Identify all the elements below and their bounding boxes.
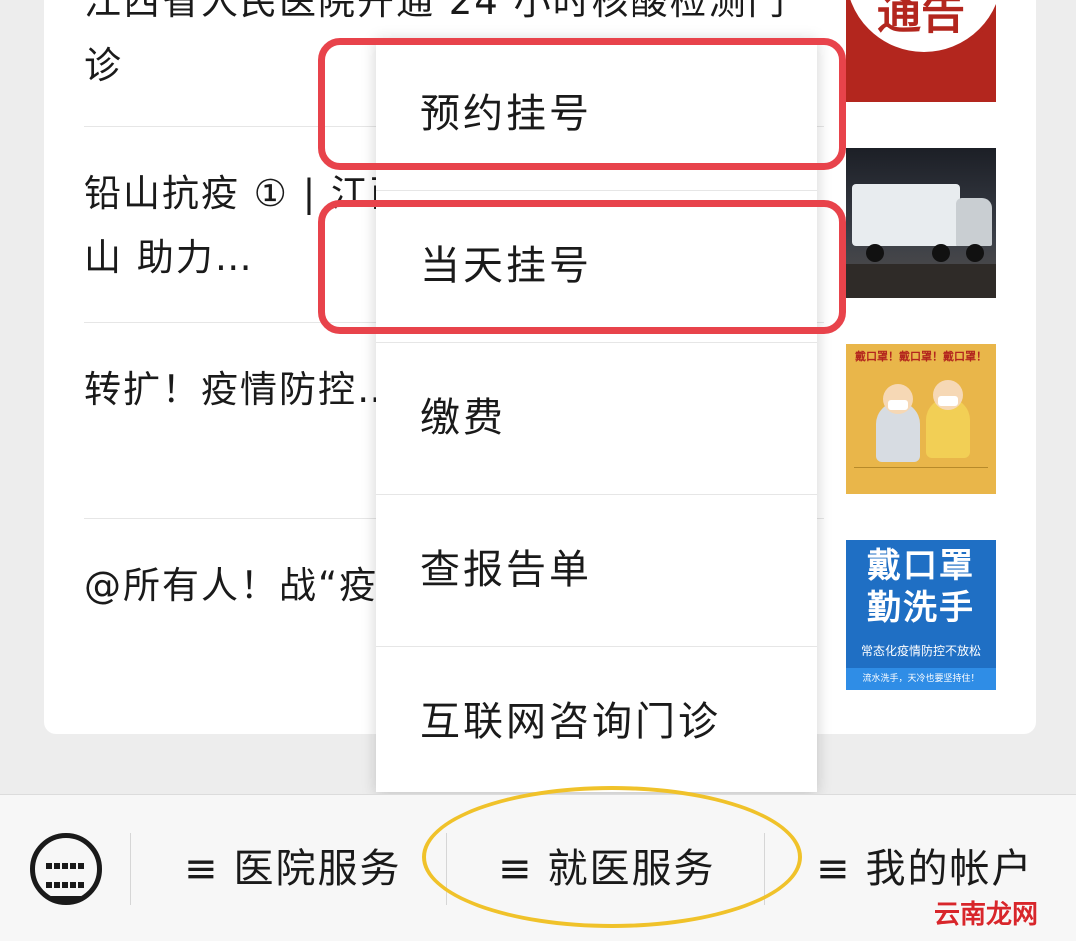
- thumbnail-footer: [854, 467, 988, 484]
- bar-divider: [130, 833, 131, 905]
- truck-cab: [956, 198, 992, 246]
- highlight-box-appointment: [318, 38, 846, 170]
- thumbnail-text: 戴口罩！戴口罩！戴口罩！: [855, 350, 987, 363]
- truck-wheel: [866, 244, 884, 262]
- mask-icon: [938, 396, 958, 406]
- article-thumbnail-mask: 戴口罩！戴口罩！戴口罩！: [846, 344, 996, 494]
- tab-label: 医院服务: [233, 846, 402, 892]
- tab-hospital-services[interactable]: ≡ 医院服务: [184, 833, 402, 905]
- thumbnail-strip: 流水洗手，天冷也要坚持住！: [846, 668, 996, 690]
- highlight-ellipse-medical-services: [422, 786, 802, 928]
- menu-item-online-consult[interactable]: 互联网咨询门诊: [376, 646, 817, 798]
- thumbnail-text: 通告: [877, 0, 965, 39]
- truck-body: [852, 184, 960, 246]
- keyboard-keys: [45, 855, 87, 901]
- thumbnail-ground: [846, 264, 996, 298]
- thumbnail-text: 常态化疫情防控不放松: [860, 644, 981, 658]
- article-thumbnail-wash: 戴口罩 勤洗手 常态化疫情防控不放松 流水洗手，天冷也要坚持住！: [846, 540, 996, 690]
- article-thumbnail-notice: 重要 通告: [846, 0, 996, 102]
- menu-item-payment[interactable]: 缴费: [376, 342, 817, 494]
- menu-icon: ≡: [184, 846, 220, 892]
- keyboard-icon[interactable]: [30, 833, 102, 905]
- tab-label: 我的帐户: [865, 846, 1034, 892]
- mask-icon: [888, 400, 908, 410]
- truck-wheel: [932, 244, 950, 262]
- truck-wheel: [966, 244, 984, 262]
- article-thumbnail-truck: [846, 148, 996, 298]
- menu-icon: ≡: [816, 846, 852, 892]
- thumbnail-text: 勤洗手: [867, 588, 975, 628]
- highlight-box-same-day: [318, 200, 846, 334]
- menu-item-reports[interactable]: 查报告单: [376, 494, 817, 646]
- watermark: 云南龙网: [933, 900, 1038, 930]
- thumbnail-text: 戴口罩: [867, 546, 975, 586]
